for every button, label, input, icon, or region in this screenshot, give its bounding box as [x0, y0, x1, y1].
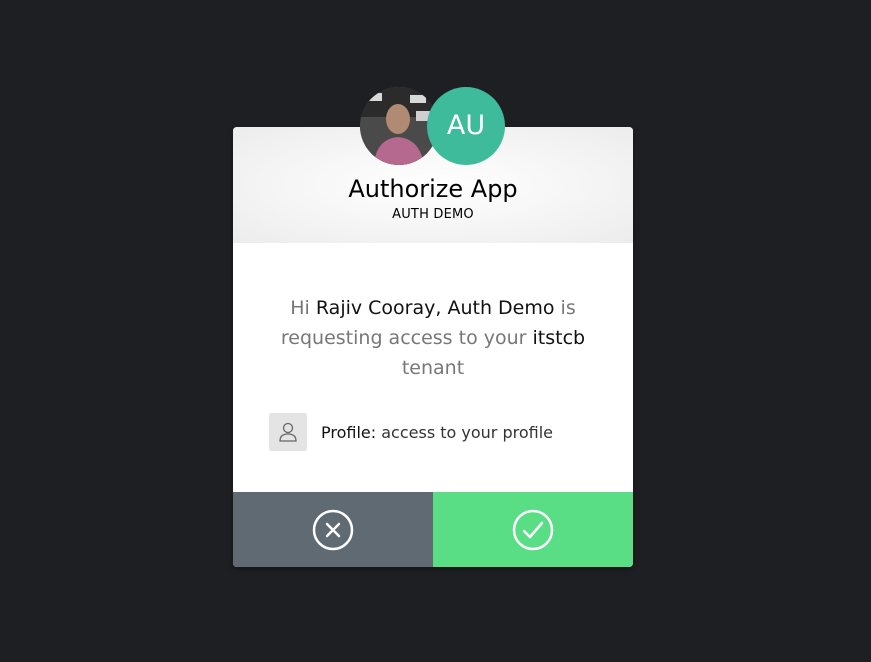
scope-text: Profile: access to your profile — [321, 423, 553, 442]
scope-label: Profile: — [321, 422, 377, 442]
authorize-dialog: AU Authorize App AUTH DEMO Hi Rajiv Coor… — [233, 87, 633, 567]
user-icon — [269, 413, 307, 451]
dialog-title: Authorize App — [348, 175, 518, 203]
check-circle-icon — [512, 509, 554, 550]
user-name: Rajiv Cooray — [315, 297, 436, 319]
accept-button[interactable] — [433, 492, 633, 567]
dialog-header: AU Authorize App AUTH DEMO — [233, 87, 633, 243]
app-name: Auth Demo — [447, 297, 555, 319]
app-subtitle: AUTH DEMO — [392, 207, 474, 222]
scope-description: access to your profile — [381, 422, 553, 442]
authorization-message: Hi Rajiv Cooray, Auth Demo is requesting… — [280, 297, 586, 379]
tenant-name: itstcb — [532, 327, 586, 349]
close-circle-icon — [312, 509, 354, 550]
deny-button[interactable] — [233, 492, 433, 567]
scope-item-profile: Profile: access to your profile — [269, 413, 553, 451]
tenant-suffix: tenant — [401, 357, 465, 379]
greeting-text: Hi — [290, 297, 310, 319]
app-avatar: AU — [427, 87, 505, 165]
